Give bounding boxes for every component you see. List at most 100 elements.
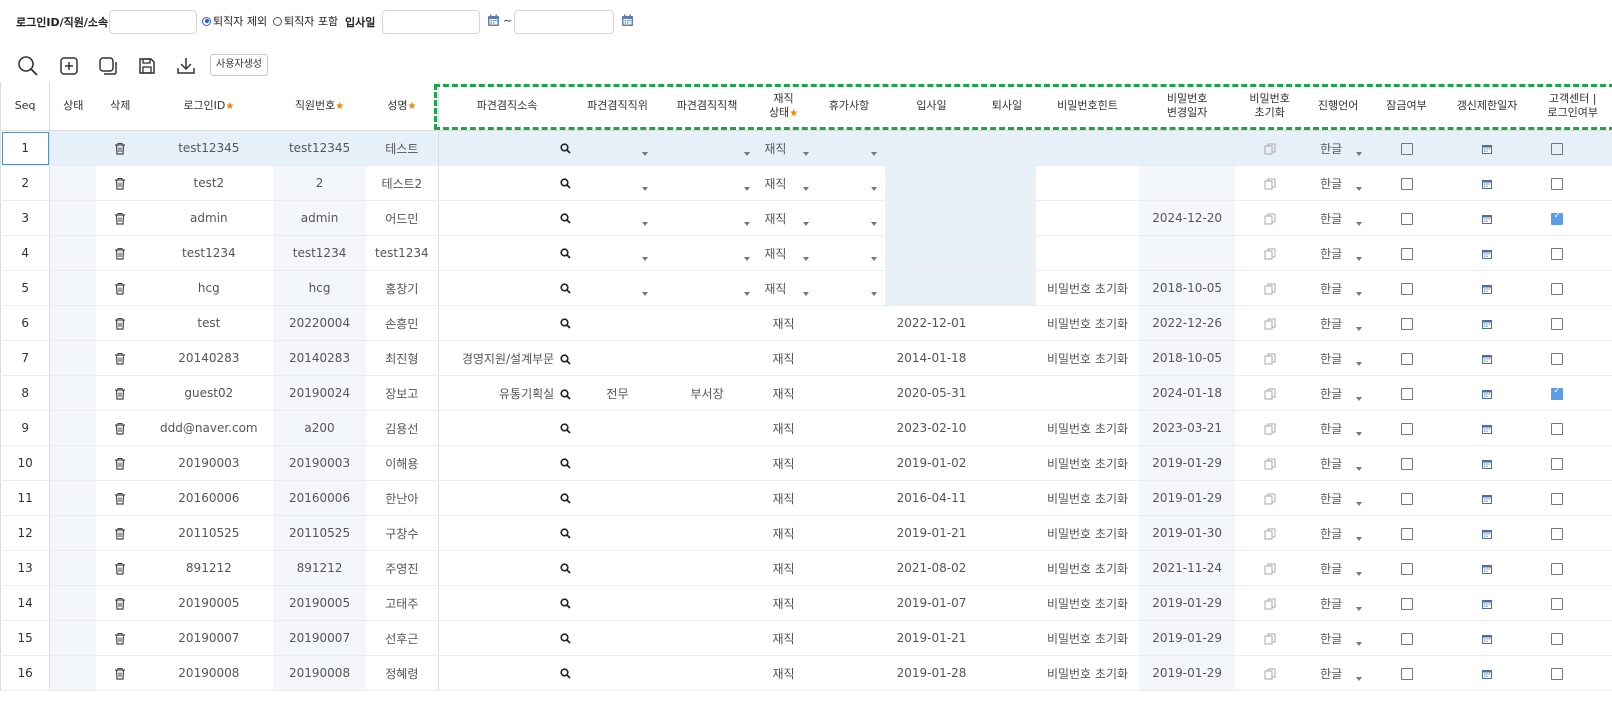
row-emp-no[interactable]: admin	[273, 200, 366, 236]
row-dispatch-pos[interactable]	[575, 410, 660, 446]
row-leave[interactable]	[812, 130, 886, 166]
lock-checkbox[interactable]	[1372, 445, 1441, 481]
pw-reset-button[interactable]	[1235, 480, 1304, 516]
row-login-id[interactable]: ddd@naver.com	[144, 410, 274, 446]
row-dispatch-duty[interactable]	[659, 550, 755, 586]
row-retire-date[interactable]	[977, 165, 1037, 201]
lock-checkbox[interactable]	[1372, 270, 1441, 306]
row-name[interactable]: 한난아	[365, 480, 439, 516]
row-language[interactable]: 한글	[1303, 410, 1373, 446]
renew-limit-button[interactable]	[1440, 445, 1534, 481]
col-renew-limit[interactable]: 갱신제한일자	[1440, 82, 1534, 131]
row-dispatch-org[interactable]	[437, 200, 576, 236]
renew-limit-button[interactable]	[1440, 480, 1534, 516]
row-dispatch-pos[interactable]	[575, 480, 660, 516]
row-emp-no[interactable]: 20160006	[273, 480, 366, 516]
cs-login-checkbox[interactable]	[1533, 550, 1612, 586]
row-login-id[interactable]: admin	[144, 200, 274, 236]
hire-date-from-input[interactable]	[382, 10, 480, 34]
row-emp-no[interactable]: test1234	[273, 235, 366, 271]
row-work-status[interactable]: 재직	[754, 655, 813, 691]
row-work-status[interactable]: 재직	[754, 480, 813, 516]
row-work-status[interactable]: 재직	[754, 585, 813, 621]
pw-reset-button[interactable]	[1235, 340, 1304, 376]
hire-date-to-input[interactable]	[514, 10, 614, 34]
row-dispatch-duty[interactable]	[659, 655, 755, 691]
row-name[interactable]: 손흥민	[365, 305, 439, 341]
row-dispatch-pos[interactable]	[575, 655, 660, 691]
row-language[interactable]: 한글	[1303, 200, 1373, 236]
row-language[interactable]: 한글	[1303, 550, 1373, 586]
row-dispatch-org[interactable]	[437, 515, 576, 551]
table-row[interactable]: 5 hcg hcg 홍창기 재직 비밀번호 초기화 2018-10-05 한글	[0, 270, 1612, 306]
lock-checkbox[interactable]	[1372, 235, 1441, 271]
row-name[interactable]: 이해용	[365, 445, 439, 481]
row-leave[interactable]	[812, 235, 886, 271]
row-name[interactable]: 고태주	[365, 585, 439, 621]
radio-exclude-retired[interactable]: 퇴직자 제외	[202, 13, 267, 29]
row-dispatch-duty[interactable]	[659, 165, 755, 201]
cs-login-checkbox[interactable]	[1533, 375, 1612, 411]
row-name[interactable]: 장보고	[365, 375, 439, 411]
row-login-id[interactable]: hcg	[144, 270, 274, 306]
download-button[interactable]	[172, 52, 200, 80]
row-name[interactable]: 구창수	[365, 515, 439, 551]
lock-checkbox[interactable]	[1372, 305, 1441, 341]
lock-checkbox[interactable]	[1372, 585, 1441, 621]
row-emp-no[interactable]: hcg	[273, 270, 366, 306]
row-retire-date[interactable]	[977, 620, 1037, 656]
login-filter-input[interactable]	[109, 10, 197, 34]
calendar-icon[interactable]	[487, 14, 500, 27]
row-leave[interactable]	[812, 200, 886, 236]
pw-reset-button[interactable]	[1235, 515, 1304, 551]
col-hire-date[interactable]: 입사일	[885, 82, 978, 131]
row-dispatch-org[interactable]	[437, 410, 576, 446]
row-work-status[interactable]: 재직	[754, 515, 813, 551]
col-language[interactable]: 진행언어	[1303, 82, 1373, 131]
table-row[interactable]: 2 test2 2 테스트2 재직 한글	[0, 165, 1612, 201]
row-dispatch-pos[interactable]	[575, 270, 660, 306]
delete-row-button[interactable]	[96, 620, 145, 656]
row-dispatch-org[interactable]	[437, 655, 576, 691]
col-status[interactable]: 상태	[49, 82, 97, 131]
row-leave[interactable]	[812, 305, 886, 341]
renew-limit-button[interactable]	[1440, 200, 1534, 236]
row-dispatch-pos[interactable]	[575, 305, 660, 341]
row-dispatch-duty[interactable]	[659, 515, 755, 551]
row-hire-date[interactable]: 2023-02-10	[885, 410, 978, 446]
cs-login-checkbox[interactable]	[1533, 340, 1612, 376]
row-login-id[interactable]: 20190007	[144, 620, 274, 656]
row-hire-date[interactable]: 2022-12-01	[885, 305, 978, 341]
delete-row-button[interactable]	[96, 550, 145, 586]
row-language[interactable]: 한글	[1303, 270, 1373, 306]
row-dispatch-duty[interactable]	[659, 130, 755, 166]
row-dispatch-pos[interactable]	[575, 200, 660, 236]
row-dispatch-org[interactable]	[437, 550, 576, 586]
row-retire-date[interactable]	[977, 235, 1037, 271]
row-name[interactable]: 김용선	[365, 410, 439, 446]
copy-button[interactable]	[94, 52, 122, 80]
row-dispatch-duty[interactable]	[659, 235, 755, 271]
row-work-status[interactable]: 재직	[754, 235, 813, 271]
create-user-button[interactable]: 사용자생성	[210, 54, 268, 76]
row-login-id[interactable]: 20190003	[144, 445, 274, 481]
table-row[interactable]: 6 test 20220004 손흥민 재직 2022-12-01 비밀번호 초기화 2022…	[0, 305, 1612, 341]
renew-limit-button[interactable]	[1440, 130, 1534, 166]
renew-limit-button[interactable]	[1440, 340, 1534, 376]
row-hire-date[interactable]: 2019-01-02	[885, 445, 978, 481]
row-login-id[interactable]: test1234	[144, 235, 274, 271]
row-dispatch-org[interactable]	[437, 130, 576, 166]
row-login-id[interactable]: 20140283	[144, 340, 274, 376]
col-retire-date[interactable]: 퇴사일	[977, 82, 1037, 131]
row-leave[interactable]	[812, 270, 886, 306]
renew-limit-button[interactable]	[1440, 620, 1534, 656]
row-work-status[interactable]: 재직	[754, 550, 813, 586]
row-leave[interactable]	[812, 620, 886, 656]
row-emp-no[interactable]: 20190005	[273, 585, 366, 621]
radio-include-retired[interactable]: 퇴직자 포함	[273, 13, 338, 29]
col-pw-changed[interactable]: 비밀번호 변경일자	[1138, 82, 1236, 131]
row-dispatch-duty[interactable]	[659, 270, 755, 306]
table-row[interactable]: 12 20110525 20110525 구창수 재직 2019-01-21 비밀번호 초기…	[0, 515, 1612, 551]
row-hire-date[interactable]	[885, 130, 978, 166]
row-retire-date[interactable]	[977, 410, 1037, 446]
